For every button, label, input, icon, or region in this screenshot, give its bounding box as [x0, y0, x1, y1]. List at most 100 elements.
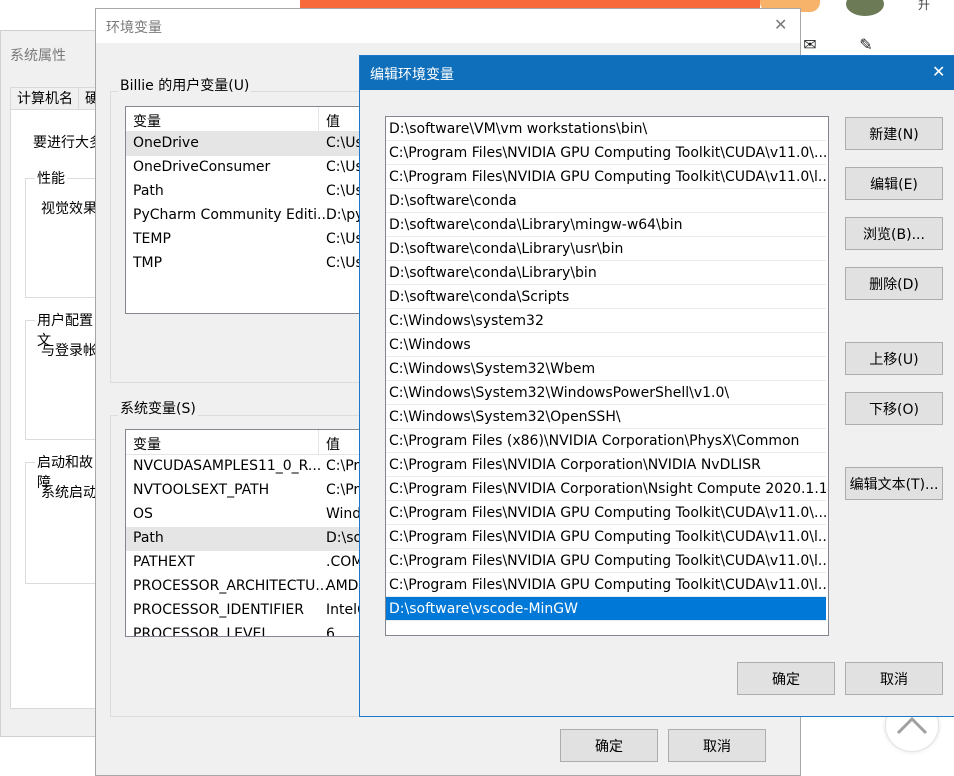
table-row[interactable]: PROCESSOR_LEVEL 6	[126, 623, 366, 636]
new-button[interactable]: 新建(N)	[845, 117, 943, 150]
ok-button[interactable]: 确定	[737, 662, 835, 695]
tab-computer-name[interactable]: 计算机名	[10, 87, 80, 110]
var-value: C:\Us	[326, 183, 363, 199]
list-item[interactable]: D:\software\conda\Library\usr\bin	[386, 237, 826, 261]
user-profiles-text: 与登录帐	[41, 343, 97, 359]
table-row[interactable]: NVTOOLSEXT_PATH C:\Pro	[126, 479, 366, 503]
list-item[interactable]: C:\Windows\system32	[386, 309, 826, 333]
path-text: D:\software\conda\Library\bin	[389, 265, 597, 281]
table-row[interactable]: Path C:\Us	[126, 180, 366, 204]
list-item[interactable]: D:\software\VM\vm workstations\bin\	[386, 117, 826, 141]
list-item[interactable]: C:\Program Files\NVIDIA Corporation\NVID…	[386, 453, 826, 477]
table-row[interactable]: PROCESSOR_IDENTIFIER Intel6	[126, 599, 366, 623]
edit-button[interactable]: 编辑(E)	[845, 167, 943, 200]
avatar	[846, 0, 884, 16]
var-value: Wind	[326, 506, 362, 522]
var-name: OneDrive	[133, 135, 199, 151]
list-header: 变量 值	[126, 430, 366, 455]
system-properties-window: 系统属性 计算机名 硬 要进行大多 性能 视觉效果 用户配置文 与登录帐 启动和…	[0, 30, 117, 737]
performance-text: 视觉效果	[41, 201, 97, 217]
var-value: C:\Us	[326, 231, 363, 247]
path-text: D:\software\VM\vm workstations\bin\	[389, 121, 648, 137]
table-row[interactable]: PATHEXT .COM	[126, 551, 366, 575]
performance-label: 性能	[35, 168, 67, 188]
list-item[interactable]: D:\software\vscode-MinGW	[386, 597, 826, 621]
list-item[interactable]: C:\Windows\System32\OpenSSH\	[386, 405, 826, 429]
cancel-button[interactable]: 取消	[668, 729, 766, 762]
var-value: D:\py	[326, 207, 364, 223]
table-row[interactable]: Path D:\so	[126, 527, 366, 551]
var-name: NVCUDASAMPLES11_0_R...	[133, 458, 322, 474]
list-header: 变量 值	[126, 107, 366, 132]
path-text: C:\Program Files (x86)\NVIDIA Corporatio…	[389, 433, 800, 449]
edit-icon[interactable]: ✎	[857, 36, 875, 54]
path-list[interactable]: D:\software\VM\vm workstations\bin\ C:\Pr…	[385, 116, 829, 636]
var-value: D:\so	[326, 530, 363, 546]
path-text: C:\Program Files\NVIDIA GPU Computing To…	[389, 145, 826, 161]
path-text: C:\Windows	[389, 337, 471, 353]
cancel-button[interactable]: 取消	[845, 662, 943, 695]
list-item[interactable]: C:\Program Files\NVIDIA GPU Computing To…	[386, 165, 826, 189]
browse-button[interactable]: 浏览(B)...	[845, 217, 943, 250]
startup-text: 系统启动	[41, 485, 97, 501]
var-name: OS	[133, 506, 153, 522]
path-text: C:\Program Files\NVIDIA GPU Computing To…	[389, 505, 826, 521]
window-title: 环境变量	[106, 20, 162, 36]
var-value: .COM	[326, 554, 364, 570]
edit-environment-variable-dialog: 编辑环境变量 ✕ D:\software\VM\vm workstations\…	[359, 55, 954, 717]
list-item[interactable]: C:\Program Files\NVIDIA GPU Computing To…	[386, 549, 826, 573]
close-icon[interactable]: ✕	[774, 15, 787, 34]
var-name: OneDriveConsumer	[133, 159, 271, 175]
move-up-button[interactable]: 上移(U)	[845, 342, 943, 375]
list-item[interactable]: C:\Windows\System32\WindowsPowerShell\v1…	[386, 381, 826, 405]
var-name: PATHEXT	[133, 554, 195, 570]
path-text: C:\Windows\system32	[389, 313, 544, 329]
background-text: 升	[918, 0, 931, 12]
path-text: C:\Program Files\NVIDIA Corporation\Nsig…	[389, 481, 826, 497]
var-name: Path	[133, 183, 164, 199]
list-item[interactable]: D:\software\conda\Library\bin	[386, 261, 826, 285]
title-bar: 环境变量 ✕	[96, 9, 800, 43]
list-item[interactable]: C:\Windows\System32\Wbem	[386, 357, 826, 381]
list-item[interactable]: C:\Program Files\NVIDIA GPU Computing To…	[386, 573, 826, 597]
list-item[interactable]: C:\Program Files (x86)\NVIDIA Corporatio…	[386, 429, 826, 453]
column-divider[interactable]	[318, 430, 319, 454]
user-vars-list[interactable]: 变量 值 OneDrive C:\Us OneDriveConsumer C:\Us…	[125, 106, 367, 314]
table-row[interactable]: TEMP C:\Us	[126, 228, 366, 252]
table-row[interactable]: OS Wind	[126, 503, 366, 527]
path-text: D:\software\conda	[389, 193, 517, 209]
var-name: TMP	[133, 255, 163, 271]
list-item[interactable]: D:\software\conda	[386, 189, 826, 213]
sys-vars-list[interactable]: 变量 值 NVCUDASAMPLES11_0_R... C:\Pro NVTOOL…	[125, 429, 367, 637]
column-header-name[interactable]: 变量	[133, 434, 161, 454]
list-item[interactable]: C:\Program Files\NVIDIA GPU Computing To…	[386, 141, 826, 165]
delete-button[interactable]: 删除(D)	[845, 267, 943, 300]
table-row[interactable]: TMP C:\Us	[126, 252, 366, 276]
intro-text: 要进行大多	[33, 135, 103, 151]
close-icon[interactable]: ✕	[932, 62, 945, 81]
column-header-value[interactable]: 值	[326, 111, 340, 131]
var-value: C:\Us	[326, 135, 363, 151]
window-title: 编辑环境变量	[370, 67, 454, 83]
table-row[interactable]: PyCharm Community Editi... D:\py	[126, 204, 366, 228]
table-row[interactable]: OneDrive C:\Us	[126, 132, 366, 156]
column-divider[interactable]	[318, 107, 319, 131]
list-item[interactable]: C:\Program Files\NVIDIA Corporation\Nsig…	[386, 477, 826, 501]
var-name: PyCharm Community Editi...	[133, 207, 331, 223]
list-item[interactable]: C:\Program Files\NVIDIA GPU Computing To…	[386, 501, 826, 525]
mail-icon[interactable]: ✉	[801, 36, 819, 54]
list-item[interactable]: D:\software\conda\Library\mingw-w64\bin	[386, 213, 826, 237]
move-down-button[interactable]: 下移(O)	[845, 392, 943, 425]
path-text: C:\Windows\System32\OpenSSH\	[389, 409, 621, 425]
list-item[interactable]: C:\Windows	[386, 333, 826, 357]
column-header-value[interactable]: 值	[326, 434, 340, 454]
ok-button[interactable]: 确定	[560, 729, 658, 762]
list-item[interactable]: D:\software\conda\Scripts	[386, 285, 826, 309]
column-header-name[interactable]: 变量	[133, 111, 161, 131]
table-row[interactable]: OneDriveConsumer C:\Us	[126, 156, 366, 180]
table-row[interactable]: NVCUDASAMPLES11_0_R... C:\Pro	[126, 455, 366, 479]
edit-text-button[interactable]: 编辑文本(T)...	[845, 467, 943, 500]
var-value: C:\Us	[326, 255, 363, 271]
table-row[interactable]: PROCESSOR_ARCHITECTU... AMD	[126, 575, 366, 599]
list-item[interactable]: C:\Program Files\NVIDIA GPU Computing To…	[386, 525, 826, 549]
